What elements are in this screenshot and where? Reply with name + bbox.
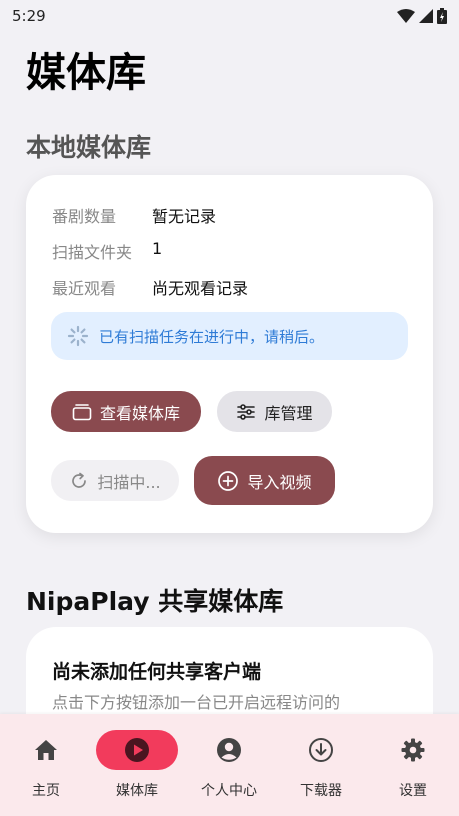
account-circle-icon xyxy=(217,738,241,762)
shared-empty-title: 尚未添加任何共享客户端 xyxy=(52,661,262,683)
import-video-button[interactable]: 导入视频 xyxy=(194,456,335,505)
info-label: 最近观看 xyxy=(52,279,117,298)
refresh-icon xyxy=(72,472,87,488)
nav-label: 设置 xyxy=(399,783,427,799)
nav-label: 媒体库 xyxy=(116,783,158,799)
info-label: 扫描文件夹 xyxy=(52,243,133,262)
nav-icon-container xyxy=(96,730,178,770)
nav-label: 主页 xyxy=(32,783,60,799)
nav-item-downloader[interactable]: 下载器 xyxy=(275,730,367,802)
manage-library-label: 库管理 xyxy=(264,403,313,423)
spinner-icon xyxy=(67,325,89,347)
info-label: 番剧数量 xyxy=(52,207,117,226)
download-circle-icon xyxy=(309,738,333,762)
local-library-title: 本地媒体库 xyxy=(26,133,152,162)
nav-item-profile[interactable]: 个人中心 xyxy=(183,730,275,802)
shared-library-title: NipaPlay 共享媒体库 xyxy=(26,587,284,616)
home-icon xyxy=(35,740,57,760)
scanning-label: 扫描中... xyxy=(97,472,161,492)
alert-text: 已有扫描任务在进行中，请稍后。 xyxy=(99,327,325,346)
status-icons xyxy=(397,8,447,24)
manage-library-button[interactable]: 库管理 xyxy=(217,391,332,432)
status-bar: 5:29 xyxy=(0,0,459,32)
folder-icon xyxy=(72,403,92,420)
info-value: 1 xyxy=(152,239,163,258)
add-circle-icon xyxy=(218,470,239,491)
play-circle-icon xyxy=(125,738,149,762)
status-time: 5:29 xyxy=(12,7,46,25)
info-value: 暂无记录 xyxy=(152,207,217,226)
wifi-icon xyxy=(397,9,415,23)
signal-icon xyxy=(419,9,433,23)
sliders-icon xyxy=(237,403,256,420)
local-library-card: 番剧数量 暂无记录 扫描文件夹 1 最近观看 尚无观看记录 已有扫描任务在进行中… xyxy=(26,175,433,533)
import-video-label: 导入视频 xyxy=(247,472,312,492)
page-title: 媒体库 xyxy=(26,50,146,96)
shared-empty-description: 点击下方按钮添加一台已开启远程访问的 xyxy=(52,693,341,712)
view-library-button[interactable]: 查看媒体库 xyxy=(51,391,201,432)
nav-icon-container xyxy=(280,730,362,770)
info-value: 尚无观看记录 xyxy=(152,279,249,298)
nav-icon-container xyxy=(372,730,454,770)
bottom-navigation: 主页 媒体库 个人中心 下载器 设置 xyxy=(0,714,459,816)
scan-in-progress-alert: 已有扫描任务在进行中，请稍后。 xyxy=(51,312,408,360)
gear-icon xyxy=(401,738,425,762)
nav-icon-container xyxy=(188,730,270,770)
battery-icon xyxy=(437,8,447,24)
nav-item-home[interactable]: 主页 xyxy=(0,730,92,802)
nav-icon-container xyxy=(5,730,87,770)
nav-label: 下载器 xyxy=(300,783,342,799)
view-library-label: 查看媒体库 xyxy=(99,403,180,423)
nav-label: 个人中心 xyxy=(201,783,257,799)
nav-item-settings[interactable]: 设置 xyxy=(367,730,459,802)
nav-item-media-library[interactable]: 媒体库 xyxy=(91,730,183,802)
scanning-button[interactable]: 扫描中... xyxy=(51,460,179,501)
